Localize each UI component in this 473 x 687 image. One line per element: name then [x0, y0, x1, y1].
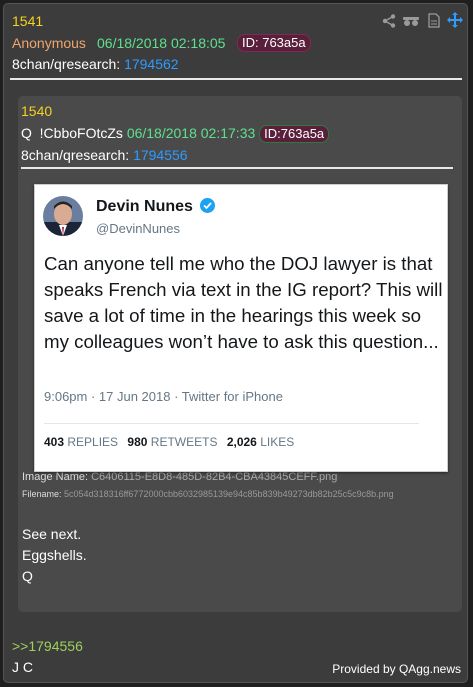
post-id-label: ID: 763a5a: [237, 34, 311, 52]
quoted-number[interactable]: 1540: [21, 103, 52, 119]
retweets-label: RETWEETS: [150, 435, 218, 449]
header-divider: [10, 78, 462, 80]
document-icon[interactable]: [428, 13, 440, 28]
filename-label: Filename:: [22, 489, 62, 499]
tweet-handle: @DevinNunes: [96, 221, 181, 236]
tweet-display-name: Devin Nunes: [96, 198, 193, 215]
quoted-body-line: See next.: [22, 526, 82, 542]
quoted-id-badge[interactable]: ID:763a5a: [259, 125, 330, 143]
post-board: 8chan/qresearch:: [12, 56, 121, 72]
quoted-body: See next. Eggshells. Q: [22, 524, 87, 587]
quoted-board-line: 8chan/qresearch: 1794556: [21, 147, 188, 163]
replies-count: 403: [44, 435, 65, 449]
share-icon[interactable]: [382, 14, 396, 28]
reply-reference-link[interactable]: >>1794556: [12, 638, 83, 654]
likes-label: LIKES: [260, 435, 295, 449]
post-number[interactable]: 1541: [12, 13, 43, 29]
move-icon[interactable]: [447, 12, 463, 28]
quoted-body-line: Eggshells.: [22, 547, 87, 563]
tweet-divider: [44, 423, 419, 424]
tweet-stats: 403 REPLIES 980 RETWEETS 2,026 LIKES: [44, 435, 294, 449]
image-name-label: Image Name:: [22, 471, 89, 483]
post-card: 1541 Anonymous 06/18/2018 02:18:05 ID: 7…: [3, 3, 468, 683]
tweet-meta: 9:06pm · 17 Jun 2018 · Twitter for iPhon…: [44, 389, 283, 404]
likes-count: 2,026: [226, 435, 257, 449]
post-author: Anonymous: [12, 35, 86, 51]
tweet-display-name-row: Devin Nunes: [96, 198, 216, 216]
tweet-image[interactable]: Devin Nunes @DevinNunes Can anyone tell …: [34, 184, 448, 472]
quoted-header-line: Q !CbboFOtcZs 06/18/2018 02:17:33 ID:763…: [21, 125, 330, 143]
filename-value[interactable]: 5c054d318316ff6772000cbb6032985139e94c85…: [64, 489, 394, 499]
image-name-line: Image Name: C6406115-E8D8-485D-82B4-CBA4…: [22, 471, 337, 483]
post-id-badge[interactable]: ID: 763a5a: [237, 34, 311, 52]
post-datetime: 06/18/2018 02:18:05: [97, 35, 226, 51]
tweet-text: Can anyone tell me who the DOJ lawyer is…: [44, 253, 443, 352]
reply-text: J C: [12, 659, 33, 675]
quoted-datetime: 06/18/2018 02:17:33: [126, 125, 256, 141]
image-name-value[interactable]: C6406115-E8D8-485D-82B4-CBA43845CEFF.png: [91, 471, 337, 483]
post-thread-link[interactable]: 1794562: [124, 56, 179, 72]
filename-line: Filename: 5c054d318316ff6772000cbb603298…: [22, 489, 394, 499]
quoted-divider: [21, 167, 453, 169]
quoted-tripcode: !CbboFOtcZs: [39, 125, 123, 141]
post-board-line: 8chan/qresearch: 1794562: [12, 56, 179, 72]
provided-by-credit[interactable]: Provided by QAgg.news: [332, 662, 461, 676]
quoted-thread-link[interactable]: 1794556: [133, 147, 188, 163]
retweets-count: 980: [127, 435, 148, 449]
avatar: [43, 196, 83, 236]
quoted-name: Q: [21, 125, 32, 141]
incognito-icon[interactable]: [402, 15, 420, 27]
quoted-body-line: Q: [22, 568, 33, 584]
quoted-board: 8chan/qresearch:: [21, 147, 130, 163]
verified-badge-icon: [200, 198, 216, 213]
replies-label: REPLIES: [67, 435, 119, 449]
